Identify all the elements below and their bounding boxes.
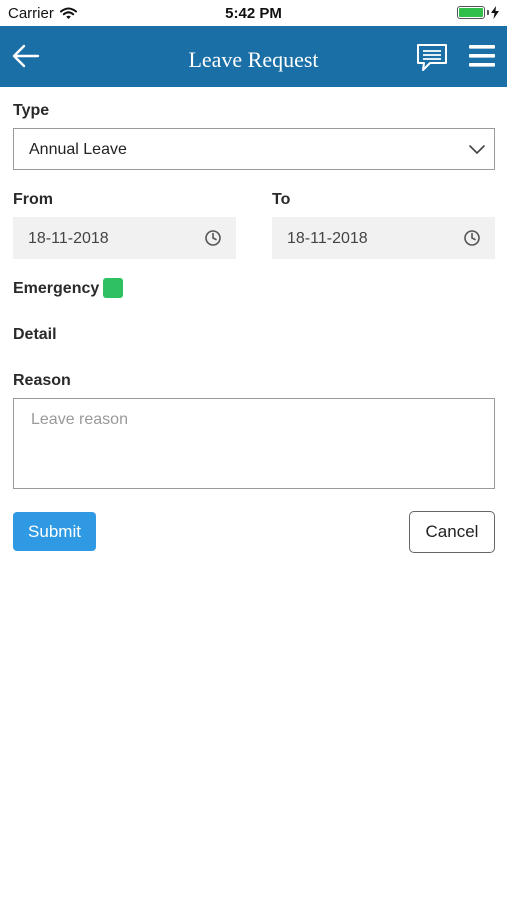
to-date-value: 18-11-2018 (287, 230, 368, 247)
reason-label: Reason (13, 372, 71, 389)
detail-label: Detail (13, 326, 57, 343)
type-label: Type (13, 102, 50, 119)
chat-icon[interactable] (416, 43, 448, 73)
reason-placeholder: Leave reason (31, 411, 128, 428)
type-select[interactable]: Annual Leave (13, 128, 495, 170)
app-header: Leave Request (0, 26, 507, 87)
from-date-value: 18-11-2018 (28, 230, 109, 247)
emergency-label: Emergency (13, 280, 100, 297)
menu-icon[interactable] (469, 44, 495, 68)
clock-icon (205, 230, 221, 246)
submit-button[interactable]: Submit (13, 512, 96, 551)
from-date-field[interactable]: 18-11-2018 (13, 217, 236, 259)
type-select-value: Annual Leave (29, 141, 127, 158)
battery-fill (459, 8, 483, 17)
from-label: From (13, 191, 53, 208)
to-date-field[interactable]: 18-11-2018 (272, 217, 495, 259)
battery-icon (457, 6, 485, 19)
battery-tip (487, 10, 489, 15)
clock-icon (464, 230, 480, 246)
battery-indicator (457, 6, 499, 19)
status-time: 5:42 PM (225, 5, 282, 22)
charging-icon (491, 6, 499, 19)
status-bar: Carrier 5:42 PM (0, 0, 507, 26)
cancel-button[interactable]: Cancel (409, 511, 495, 553)
emergency-checkbox[interactable] (103, 278, 123, 298)
reason-textarea[interactable]: Leave reason (13, 398, 495, 489)
to-label: To (272, 191, 291, 208)
chevron-down-icon (469, 145, 485, 154)
